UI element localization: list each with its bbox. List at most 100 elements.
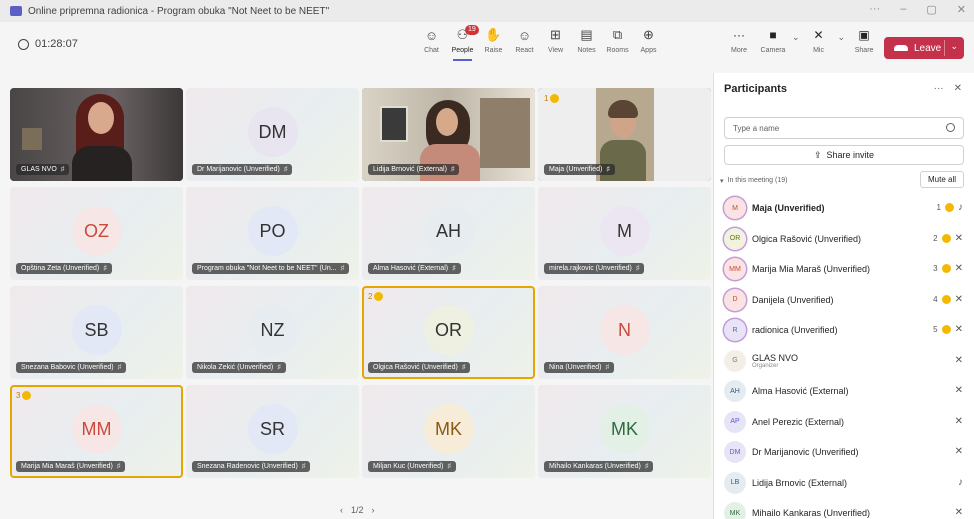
raised-hand-indicator: 3 — [16, 391, 32, 400]
participant-name-text: Olgica Rašović (Unverified) — [752, 233, 862, 244]
avatar: SR — [247, 404, 298, 454]
mic-off-icon: ♯ — [103, 265, 107, 272]
close-icon[interactable]: ✕ — [957, 3, 966, 16]
next-page-button[interactable]: › — [372, 505, 375, 515]
participant-name: Dr Marijanovic (Unverified) — [197, 166, 280, 173]
participant-tile[interactable]: Mmirela.rajkovic (Unverified) ♯ — [538, 187, 711, 280]
mic-off-icon[interactable]: ✕ — [955, 294, 963, 305]
participant-name-label: Snezana Radenovic (Unverified) ♯ — [192, 461, 311, 472]
participant-row[interactable]: AH Alma Hasović (External) ✕ — [714, 376, 974, 407]
participant-name-text: radionica (Unverified) — [752, 325, 838, 336]
panel-more-icon[interactable]: ··· — [934, 83, 944, 94]
device-mic-button[interactable]: ✕ Mic — [804, 26, 834, 54]
participant-row[interactable]: Rradionica (Unverified) 5 ✕ — [714, 315, 974, 346]
participant-name: Alma Hasović (External) — [373, 265, 449, 272]
participant-row[interactable]: MM Marija Mia Maraš (Unverified) 3 ✕ — [714, 254, 974, 285]
participant-tile[interactable]: MM 3 Marija Mia Maraš (Unverified) ♯ — [10, 385, 183, 478]
participant-row[interactable]: M Maja (Unverified) 1 ♪ — [714, 193, 974, 224]
participant-name: Lidija Brnović (External) — [373, 166, 447, 173]
participant-role: Organizer — [752, 362, 779, 369]
participant-name-label: Lidija Brnović (External) ♯ — [368, 164, 460, 175]
chevron-down-icon[interactable]: ⌄ — [838, 32, 846, 54]
tool-view-button[interactable]: ⊞ View — [540, 26, 571, 54]
leave-button[interactable]: Leave ⌄ — [884, 37, 964, 59]
previous-page-button[interactable]: ‹ — [340, 505, 343, 515]
participant-tile[interactable]: OR 2 Olgica Rašović (Unverified) ♯ — [362, 286, 535, 379]
participant-status: 2 ✕ — [933, 233, 963, 244]
participant-tile[interactable]: DM Dr Marijanovic (Unverified) ♯ — [186, 88, 359, 181]
participant-tile[interactable]: MK Miljan Kuc (Unverified) ♯ — [362, 385, 535, 478]
minimize-icon[interactable]: – — [900, 3, 906, 16]
panel-close-icon[interactable]: ✕ — [954, 83, 962, 94]
more-options-icon[interactable]: ··· — [869, 3, 880, 16]
raised-hand-icon — [941, 294, 951, 304]
participant-row[interactable]: G GLAS NVO Organizer ✕ — [714, 346, 974, 377]
mic-icon[interactable]: ♪ — [958, 477, 963, 488]
avatar: MK — [423, 404, 474, 454]
participant-status: 5 ✕ — [933, 324, 963, 335]
mic-off-icon[interactable]: ✕ — [955, 324, 963, 335]
participant-tile[interactable]: SB Snezana Babovic (Unverified) ♯ — [10, 286, 183, 379]
participant-name-label: Olgica Rašović (Unverified) ♯ — [368, 362, 471, 373]
tool-react-button[interactable]: ☺ React — [509, 26, 540, 55]
participant-row[interactable]: MK Mihailo Kankaras (Unverified) ✕ — [714, 498, 974, 519]
participant-row[interactable]: LB Lidija Brnovic (External) ♪ — [714, 468, 974, 499]
mic-off-icon[interactable]: ✕ — [955, 263, 963, 274]
participant-row[interactable]: DM Dr Marijanovic (Unverified) ✕ — [714, 437, 974, 468]
participant-row[interactable]: D Danijela (Unverified) 4 ✕ — [714, 285, 974, 316]
mic-off-icon[interactable]: ✕ — [955, 416, 963, 427]
share-invite-button[interactable]: ⇪ Share invite — [724, 145, 964, 165]
tool-notes-button[interactable]: ▤ Notes — [571, 26, 602, 54]
participant-tile[interactable]: AH Alma Hasović (External) ♯ — [362, 187, 535, 280]
participant-status: 4 ✕ — [933, 294, 963, 305]
participant-tile[interactable]: MK Mihailo Kankaras (Unverified) ♯ — [538, 385, 711, 478]
chevron-down-icon[interactable]: ⌄ — [950, 41, 958, 52]
participant-tile[interactable]: N Nina (Unverified) ♯ — [538, 286, 711, 379]
timer-text: 01:28:07 — [35, 38, 78, 50]
tool-chat-button[interactable]: ☺ Chat — [416, 26, 447, 55]
avatar: NZ — [247, 305, 298, 355]
participant-name: Marija Mia Maraš (Unverified) — [21, 463, 113, 470]
tool-rooms-button[interactable]: ⧉ Rooms — [602, 26, 633, 54]
participant-tile[interactable]: 1 Maja (Unverified) ♯ — [538, 88, 711, 181]
tool-label: Notes — [577, 47, 596, 54]
hand-order: 5 — [933, 325, 938, 334]
participant-row[interactable]: AP Anel Perezic (External) ✕ — [714, 407, 974, 438]
participant-name-text: Lidija Brnovic (External) — [752, 477, 848, 488]
device-camera-button[interactable]: ■ Camera — [758, 26, 788, 54]
mic-off-icon: ♯ — [116, 463, 121, 470]
participant-tile[interactable]: NZ Nikola Zekić (Unverified) ♯ — [186, 286, 359, 379]
search-icon — [946, 123, 955, 132]
participant-tile[interactable]: OZ Opština Zeta (Unverified) ♯ — [10, 187, 183, 280]
in-meeting-section-header[interactable]: ▾ In this meeting (19) — [720, 177, 787, 185]
tool-raise-button[interactable]: ✋ Raise — [478, 26, 509, 54]
participant-tile[interactable]: Lidija Brnović (External) ♯ — [362, 88, 535, 181]
mic-off-icon[interactable]: ✕ — [955, 446, 963, 457]
tool-people-button[interactable]: ⚇ People 19 — [447, 25, 479, 61]
chevron-down-icon[interactable]: ⌄ — [792, 32, 800, 54]
device-label: More — [731, 47, 747, 54]
mic-icon[interactable]: ♪ — [958, 202, 963, 213]
participant-row[interactable]: OR Olgica Rašović (Unverified) 2 ✕ — [714, 224, 974, 255]
mic-off-icon[interactable]: ✕ — [955, 507, 963, 518]
tool-label: People — [451, 47, 474, 54]
maximize-icon[interactable]: ▢ — [926, 3, 936, 16]
mute-all-button[interactable]: Mute all — [920, 171, 964, 188]
device-controls: ··· More ■ Camera ⌄ ✕ Mic ⌄ ▣ Share — [724, 26, 879, 54]
share-icon: ▣ — [858, 28, 870, 42]
participant-name: Opština Zeta (Unverified) — [21, 265, 100, 272]
mic-off-icon[interactable]: ✕ — [955, 385, 963, 396]
device-more-button[interactable]: ··· More — [724, 26, 754, 54]
participant-tile[interactable]: SR Snezana Radenovic (Unverified) ♯ — [186, 385, 359, 478]
tool-apps-button[interactable]: ⊕ Apps — [633, 26, 664, 54]
participant-search-input[interactable]: Type a name — [724, 117, 964, 139]
mic-off-icon[interactable]: ✕ — [955, 233, 963, 244]
tool-label: Rooms — [606, 47, 629, 54]
device-share-button[interactable]: ▣ Share — [849, 26, 879, 54]
participant-name-text: Dr Marijanovic (Unverified) — [752, 447, 859, 458]
mic-off-icon[interactable]: ✕ — [955, 355, 963, 366]
avatar: PO — [247, 206, 298, 256]
participant-name: Snezana Radenovic (Unverified) — [197, 463, 298, 470]
participant-tile[interactable]: PO Program obuka "Not Neet to be NEET" (U… — [186, 187, 359, 280]
participant-tile[interactable]: GLAS NVO ♯ — [10, 88, 183, 181]
